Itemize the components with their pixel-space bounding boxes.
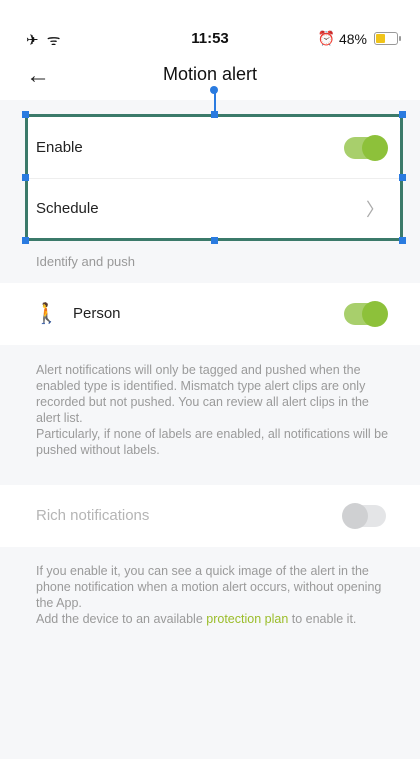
rich-notifications-toggle[interactable] [342, 503, 386, 529]
nav-bar: ← Motion alert [0, 60, 420, 100]
selection-rotate-handle[interactable] [210, 86, 218, 94]
selection-handle-tl[interactable] [22, 111, 29, 118]
rich-info: If you enable it, you can see a quick im… [36, 563, 396, 627]
schedule-row[interactable]: Schedule 〉 [28, 178, 400, 239]
section-identify-label: Identify and push [36, 254, 136, 269]
settings-card: Enable Schedule 〉 [28, 117, 400, 239]
rich-notifications-label: Rich notifications [36, 507, 150, 524]
selection-handle-mr[interactable] [399, 174, 406, 181]
toggle-knob [362, 301, 388, 327]
schedule-label: Schedule [36, 200, 99, 217]
battery-icon [374, 32, 401, 45]
person-row: 🚶 Person [0, 283, 420, 345]
selection-handle-br[interactable] [399, 237, 406, 244]
rich-info-line2: Add the device to an available protectio… [36, 611, 396, 627]
person-label: Person [73, 305, 121, 322]
rich-info-prefix: Add the device to an available [36, 612, 207, 626]
rich-info-line1: If you enable it, you can see a quick im… [36, 564, 382, 610]
toggle-knob [362, 134, 388, 161]
rich-info-suffix: to enable it. [288, 612, 357, 626]
identify-info-line2: Particularly, if none of labels are enab… [36, 427, 389, 457]
person-toggle[interactable] [344, 301, 388, 327]
enable-label: Enable [36, 139, 83, 156]
selection-handle-bm[interactable] [211, 237, 218, 244]
chevron-right-icon: 〉 [366, 199, 384, 220]
person-icon: 🚶 [34, 303, 59, 325]
selection-handle-tr[interactable] [399, 111, 406, 118]
identify-info-line1: Alert notifications will only be tagged … [36, 363, 369, 425]
selection-handle-tm[interactable] [211, 111, 218, 118]
status-bar: ✈ ᯤ 11:53 ⏰ 48% [0, 0, 420, 60]
selection-handle-ml[interactable] [22, 174, 29, 181]
alarm-icon: ⏰ [317, 30, 335, 46]
protection-plan-link[interactable]: protection plan [206, 612, 288, 626]
enable-row: Enable [28, 117, 400, 179]
battery-percent: 48% [338, 30, 367, 47]
battery-tip [399, 36, 401, 41]
enable-toggle[interactable] [344, 134, 388, 161]
battery-group: ⏰ 48% [317, 30, 401, 47]
toggle-knob [342, 503, 368, 529]
identify-info: Alert notifications will only be tagged … [36, 362, 396, 458]
rich-notifications-row: Rich notifications [0, 485, 420, 547]
selection-handle-bl[interactable] [22, 237, 29, 244]
page-title: Motion alert [162, 64, 258, 84]
battery-fill [376, 34, 385, 43]
